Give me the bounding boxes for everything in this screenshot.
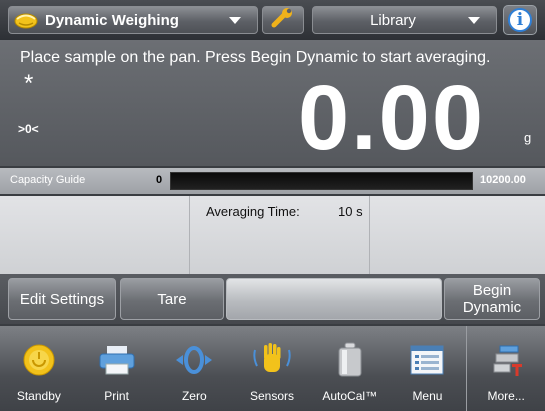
empty-function-button xyxy=(226,278,442,320)
begin-dynamic-label-line2: Dynamic xyxy=(462,299,522,316)
center-of-zero-indicator: >0< xyxy=(18,122,39,136)
reference-info-area: Averaging Time: 10 s xyxy=(0,196,545,274)
menu-icon xyxy=(407,340,447,380)
instruction-text: Place sample on the pan. Press Begin Dyn… xyxy=(20,49,491,66)
zero-icon xyxy=(174,340,214,380)
dynamic-weighing-icon xyxy=(13,10,39,30)
printer-icon xyxy=(97,340,137,380)
chevron-down-icon xyxy=(229,17,241,24)
nav-menu-label: Menu xyxy=(412,389,443,403)
capacity-guide: Capacity Guide 0 10200.00 xyxy=(0,168,545,194)
settings-wrench-button[interactable] xyxy=(262,6,304,34)
nav-zero[interactable]: Zero xyxy=(155,326,233,411)
nav-print[interactable]: Print xyxy=(78,326,156,411)
averaging-time-value: 10 s xyxy=(338,204,363,219)
library-label: Library xyxy=(370,12,416,29)
application-name: Dynamic Weighing xyxy=(45,11,179,29)
edit-settings-button[interactable]: Edit Settings xyxy=(8,278,116,320)
edit-settings-label: Edit Settings xyxy=(19,290,105,308)
tare-label: Tare xyxy=(157,290,187,308)
info-panel-left xyxy=(0,196,190,274)
capacity-bar xyxy=(170,172,473,190)
nav-sensors[interactable]: Sensors xyxy=(233,326,311,411)
function-button-row: Edit Settings Tare Begin Dynamic xyxy=(0,274,545,324)
averaging-time-label: Averaging Time: xyxy=(206,204,300,219)
nav-print-label: Print xyxy=(104,389,129,403)
wrench-icon xyxy=(270,7,296,34)
capacity-guide-label: Capacity Guide xyxy=(10,174,86,186)
stable-indicator: * xyxy=(24,70,34,97)
standby-icon xyxy=(19,340,59,380)
weight-readout: 0.00 xyxy=(297,67,485,169)
more-icon xyxy=(486,340,526,380)
nav-sensors-label: Sensors xyxy=(250,389,295,403)
nav-more[interactable]: More... xyxy=(466,326,545,411)
nav-zero-label: Zero xyxy=(181,389,207,403)
nav-standby-label: Standby xyxy=(16,389,61,403)
nav-more-label: More... xyxy=(487,389,525,403)
nav-autocal[interactable]: AutoCal™ xyxy=(311,326,389,411)
weight-display: Place sample on the pan. Press Begin Dyn… xyxy=(0,40,545,169)
begin-dynamic-label-line1: Begin xyxy=(472,282,512,299)
begin-dynamic-button[interactable]: Begin Dynamic xyxy=(444,278,540,320)
tare-button[interactable]: Tare xyxy=(120,278,224,320)
weight-unit[interactable]: g xyxy=(524,130,531,145)
nav-menu[interactable]: Menu xyxy=(389,326,467,411)
nav-standby[interactable]: Standby xyxy=(0,326,78,411)
hand-sensor-icon xyxy=(252,340,292,380)
info-panel-right xyxy=(370,196,545,274)
info-icon: i xyxy=(508,8,532,32)
calibration-weight-icon xyxy=(330,340,370,380)
library-selector[interactable]: Library xyxy=(312,6,497,34)
chevron-down-icon xyxy=(468,17,480,24)
capacity-max: 10200.00 xyxy=(480,174,526,186)
capacity-min: 0 xyxy=(156,174,163,186)
top-bar: Dynamic Weighing Library i xyxy=(0,0,545,40)
application-selector[interactable]: Dynamic Weighing xyxy=(8,6,258,34)
info-panel-center: Averaging Time: 10 s xyxy=(190,196,370,274)
bottom-nav: Standby Print Zero Sensors AutoCal™ Menu… xyxy=(0,326,545,411)
info-button[interactable]: i xyxy=(503,5,537,35)
nav-autocal-label: AutoCal™ xyxy=(322,389,378,403)
